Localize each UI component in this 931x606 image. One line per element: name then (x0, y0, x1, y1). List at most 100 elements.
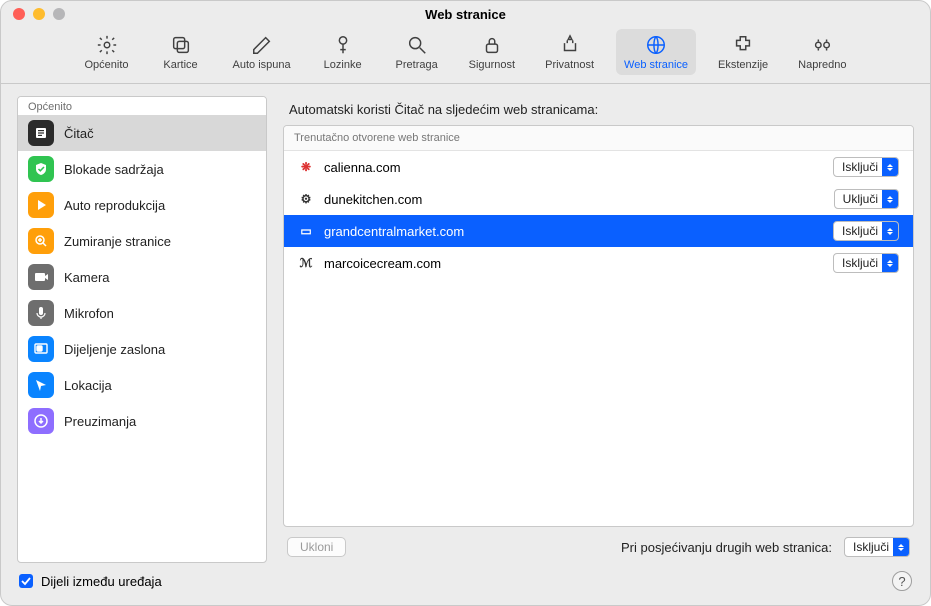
site-value-popup[interactable]: Uključi (834, 189, 899, 209)
sidebar-item-8[interactable]: Preuzimanja (18, 403, 266, 439)
site-favicon-icon: ▭ (298, 223, 314, 239)
sidebar-item-label: Blokade sadržaja (64, 162, 164, 177)
toolbar-tab-extensions[interactable]: Ekstenzije (710, 29, 776, 75)
site-label: dunekitchen.com (324, 192, 824, 207)
toolbar-tab-label: Sigurnost (469, 59, 515, 71)
toolbar-tab-label: Web stranice (624, 59, 688, 71)
site-row[interactable]: ⚙ dunekitchen.com Uključi (284, 183, 913, 215)
chevron-updown-icon (882, 158, 898, 176)
sidebar-item-label: Kamera (64, 270, 110, 285)
sidebar-item-icon (28, 228, 54, 254)
site-value-popup[interactable]: Isključi (833, 157, 899, 177)
toolbar-tab-label: Napredno (798, 59, 846, 71)
security-icon (480, 33, 504, 57)
toolbar-tab-label: Kartice (163, 59, 197, 71)
toolbar-tab-tabs[interactable]: Kartice (151, 29, 211, 75)
toolbar-tab-security[interactable]: Sigurnost (461, 29, 523, 75)
site-value: Isključi (842, 256, 878, 270)
sidebar-item-1[interactable]: Blokade sadržaja (18, 151, 266, 187)
extensions-icon (731, 33, 755, 57)
sidebar: Općenito Čitač Blokade sadržaja Auto repro… (17, 96, 267, 563)
sidebar-item-icon (28, 192, 54, 218)
sidebar-item-0[interactable]: Čitač (18, 115, 266, 151)
chevron-updown-icon (882, 190, 898, 208)
site-value-popup[interactable]: Isključi (833, 253, 899, 273)
privacy-icon (558, 33, 582, 57)
site-value-popup[interactable]: Isključi (833, 221, 899, 241)
site-favicon-icon: ❋ (298, 159, 314, 175)
search-icon (405, 33, 429, 57)
sidebar-item-3[interactable]: Zumiranje stranice (18, 223, 266, 259)
content-area: Općenito Čitač Blokade sadržaja Auto repro… (1, 84, 930, 563)
main-footer: Ukloni Pri posjećivanju drugih web stran… (283, 527, 914, 563)
checkbox-checked-icon (19, 574, 33, 588)
sidebar-item-icon (28, 408, 54, 434)
sidebar-item-label: Čitač (64, 126, 94, 141)
site-value: Isključi (842, 224, 878, 238)
site-value: Uključi (843, 192, 878, 206)
preferences-window: Web stranice Općenito Kartice Auto ispuna L… (0, 0, 931, 606)
sidebar-item-4[interactable]: Kamera (18, 259, 266, 295)
main-heading: Automatski koristi Čitač na sljedećim we… (283, 96, 914, 125)
sidebar-item-5[interactable]: Mikrofon (18, 295, 266, 331)
other-sites-label: Pri posjećivanju drugih web stranica: (621, 540, 832, 555)
toolbar-tab-general[interactable]: Općenito (76, 29, 136, 75)
other-sites-value: Isključi (853, 540, 889, 554)
site-row[interactable]: ▭ grandcentralmarket.com Isključi (284, 215, 913, 247)
remove-button[interactable]: Ukloni (287, 537, 346, 557)
sidebar-item-icon (28, 264, 54, 290)
other-sites-popup[interactable]: Isključi (844, 537, 910, 557)
toolbar-tab-label: Auto ispuna (233, 59, 291, 71)
site-row[interactable]: ℳ marcoicecream.com Isključi (284, 247, 913, 279)
toolbar-tab-label: Općenito (84, 59, 128, 71)
site-label: marcoicecream.com (324, 256, 823, 271)
help-button[interactable]: ? (892, 571, 912, 591)
toolbar-tab-autofill[interactable]: Auto ispuna (225, 29, 299, 75)
sidebar-heading: Općenito (18, 97, 266, 115)
sidebar-item-icon (28, 120, 54, 146)
toolbar-tab-search[interactable]: Pretraga (387, 29, 447, 75)
passwords-icon (331, 33, 355, 57)
toolbar-tab-websites[interactable]: Web stranice (616, 29, 696, 75)
toolbar-tab-privacy[interactable]: Privatnost (537, 29, 602, 75)
sidebar-item-7[interactable]: Lokacija (18, 367, 266, 403)
sidebar-item-icon (28, 372, 54, 398)
toolbar-tab-label: Privatnost (545, 59, 594, 71)
sidebar-item-label: Lokacija (64, 378, 112, 393)
chevron-updown-icon (882, 222, 898, 240)
site-label: grandcentralmarket.com (324, 224, 823, 239)
chevron-updown-icon (882, 254, 898, 272)
sidebar-item-label: Dijeljenje zaslona (64, 342, 165, 357)
toolbar-tab-label: Ekstenzije (718, 59, 768, 71)
preferences-toolbar: Općenito Kartice Auto ispuna Lozinke Pretrag… (1, 27, 930, 84)
bottom-bar: Dijeli između uređaja ? (1, 563, 930, 605)
site-value: Isključi (842, 160, 878, 174)
main-panel: Automatski koristi Čitač na sljedećim we… (283, 96, 914, 563)
autofill-icon (250, 33, 274, 57)
sidebar-item-label: Zumiranje stranice (64, 234, 171, 249)
site-row[interactable]: ❋ calienna.com Isključi (284, 151, 913, 183)
sidebar-item-2[interactable]: Auto reprodukcija (18, 187, 266, 223)
window-title: Web stranice (1, 7, 930, 22)
sidebar-list: Općenito Čitač Blokade sadržaja Auto repro… (17, 96, 267, 563)
sidebar-item-6[interactable]: Dijeljenje zaslona (18, 331, 266, 367)
sidebar-item-label: Mikrofon (64, 306, 114, 321)
toolbar-tab-passwords[interactable]: Lozinke (313, 29, 373, 75)
sidebar-item-label: Auto reprodukcija (64, 198, 165, 213)
site-favicon-icon: ℳ (298, 255, 314, 271)
sites-list: Trenutačno otvorene web stranice ❋ calie… (283, 125, 914, 527)
websites-icon (644, 33, 668, 57)
site-label: calienna.com (324, 160, 823, 175)
titlebar: Web stranice (1, 1, 930, 27)
toolbar-tab-advanced[interactable]: Napredno (790, 29, 854, 75)
share-checkbox[interactable]: Dijeli između uređaja (19, 574, 162, 589)
site-favicon-icon: ⚙ (298, 191, 314, 207)
sidebar-item-icon (28, 156, 54, 182)
sidebar-item-label: Preuzimanja (64, 414, 136, 429)
sidebar-item-icon (28, 300, 54, 326)
general-icon (95, 33, 119, 57)
tabs-icon (169, 33, 193, 57)
share-checkbox-label: Dijeli između uređaja (41, 574, 162, 589)
advanced-icon (810, 33, 834, 57)
toolbar-tab-label: Pretraga (396, 59, 438, 71)
